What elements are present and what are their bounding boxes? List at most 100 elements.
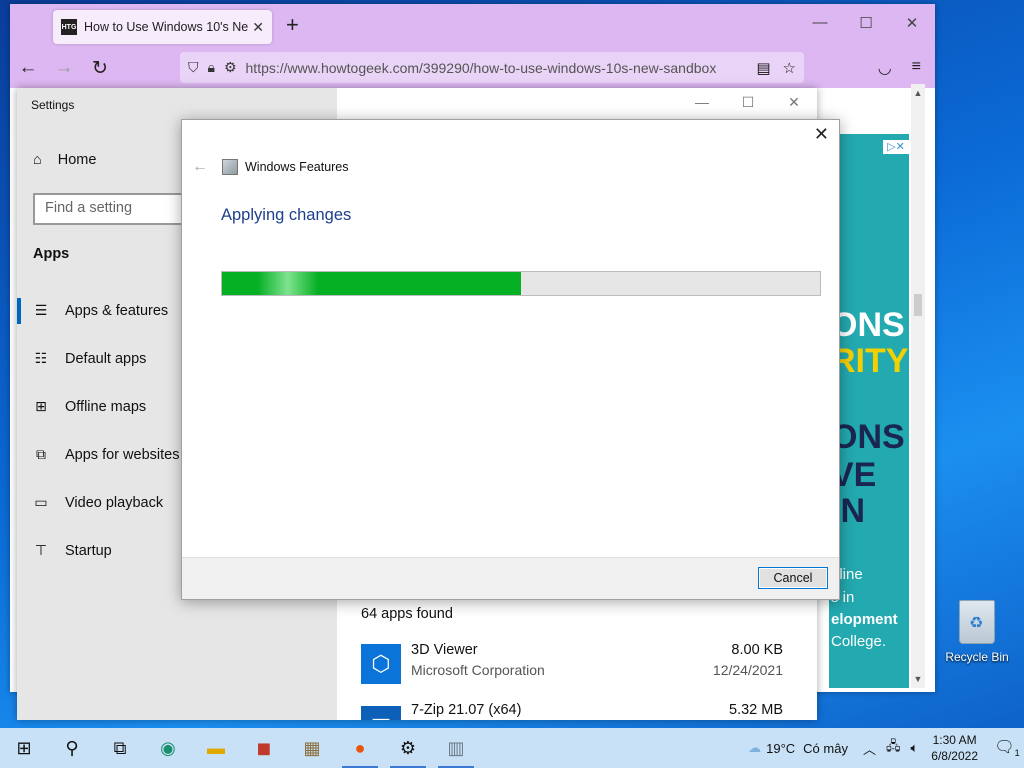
winrar-icon[interactable]: ▦	[288, 728, 336, 768]
progress-fill	[222, 272, 521, 295]
ad-text: elopment	[831, 611, 898, 628]
dialog-footer: Cancel	[182, 557, 839, 599]
minimize-button[interactable]: —	[679, 94, 725, 111]
ad-text: College.	[831, 633, 887, 650]
edge-icon[interactable]: ◉	[144, 728, 192, 768]
ad-text: ONS	[831, 306, 905, 344]
clock[interactable]: 1:30 AM 6/8/2022	[931, 732, 978, 764]
scroll-down-icon[interactable]: ▼	[911, 674, 925, 684]
app-name: 3D Viewer	[411, 642, 478, 658]
settings-title: Settings	[31, 98, 75, 112]
lock-icon[interactable]: 🔒︎	[208, 59, 215, 76]
sidebar-item-default-apps[interactable]: ☷ Default apps	[33, 350, 147, 367]
firefox-icon[interactable]: ●	[336, 728, 384, 768]
3d-viewer-icon: ⬡	[361, 644, 401, 684]
settings-home[interactable]: ⌂ Home	[33, 152, 96, 168]
cancel-button[interactable]: Cancel	[758, 567, 828, 589]
ad-text: ONS	[831, 418, 905, 456]
tab-title: How to Use Windows 10's New	[84, 20, 249, 34]
reader-view-icon[interactable]: ▤	[756, 59, 770, 77]
back-button[interactable]: ←	[10, 57, 46, 79]
sidebar-item-label: Offline maps	[65, 398, 147, 415]
app-size: 8.00 KB	[731, 642, 783, 658]
home-label: Home	[57, 152, 97, 168]
list-icon: ☰	[34, 302, 48, 318]
task-view-icon[interactable]: ⧉	[96, 728, 144, 768]
dialog-title: Windows Features	[245, 160, 349, 174]
7zip-icon: ▣	[361, 706, 401, 720]
section-heading: Apps	[33, 246, 70, 262]
active-indicator	[17, 298, 21, 324]
dialog-close-button[interactable]: ✕	[814, 124, 829, 145]
clock-time: 1:30 AM	[932, 733, 977, 747]
home-icon: ⌂	[33, 152, 42, 168]
website-icon: ⧉	[36, 446, 46, 462]
back-arrow-icon: ←	[192, 158, 208, 175]
settings-gear-icon[interactable]: ⚙	[384, 728, 432, 768]
page-scrollbar[interactable]: ▲ ▼	[911, 84, 925, 688]
menu-icon[interactable]: ≡	[912, 58, 921, 78]
browser-tab[interactable]: HTG How to Use Windows 10's New ✕	[53, 10, 272, 44]
cloud-icon[interactable]: ☁	[748, 740, 761, 756]
url-text[interactable]: https://www.howtogeek.com/399290/how-to-…	[246, 60, 726, 76]
weather-text[interactable]: Có mây	[803, 741, 848, 756]
maximize-button[interactable]: ☐	[725, 94, 771, 111]
browser-toolbar: ← → ↻ ⛉ 🔒︎ ⚙ https://www.howtogeek.com/3…	[10, 48, 935, 88]
scrollbar-thumb[interactable]	[914, 294, 922, 316]
chevron-up-icon[interactable]: ︿	[863, 739, 876, 758]
volume-icon[interactable]: 🔈︎	[910, 740, 918, 756]
default-apps-icon: ☷	[34, 350, 48, 366]
store-icon[interactable]: ◼	[240, 728, 288, 768]
sidebar-item-apps-features[interactable]: ☰ Apps & features	[33, 302, 168, 319]
sidebar-item-apps-for-websites[interactable]: ⧉ Apps for websites	[33, 446, 179, 463]
recycle-bin-shortcut[interactable]: Recycle Bin	[940, 600, 1014, 664]
video-icon: ▭	[34, 494, 48, 510]
pocket-icon[interactable]: ◡	[878, 58, 892, 78]
ad-choices-icon[interactable]: ▷✕	[883, 140, 909, 154]
reload-button[interactable]: ↻	[82, 57, 118, 80]
sidebar-item-label: Startup	[65, 542, 112, 559]
network-icon[interactable]: 🖧︎	[886, 737, 901, 759]
start-button[interactable]: ⊞	[0, 728, 48, 768]
scroll-up-icon[interactable]: ▲	[911, 88, 925, 98]
close-button[interactable]: ✕	[889, 14, 935, 32]
app-date: 12/24/2021	[712, 662, 783, 678]
sidebar-item-label: Video playback	[65, 494, 164, 511]
sidebar-item-offline-maps[interactable]: ⊞ Offline maps	[33, 398, 146, 415]
advertisement[interactable]: ONS RITY ONS VE IN nline s in elopment C…	[829, 134, 909, 688]
ad-text: RITY	[831, 342, 909, 380]
minimize-button[interactable]: —	[797, 14, 843, 32]
windows-features-taskbar-icon[interactable]: ▥	[432, 728, 480, 768]
new-tab-button[interactable]: +	[286, 12, 299, 38]
sidebar-item-label: Apps & features	[65, 302, 169, 319]
map-icon: ⊞	[35, 398, 47, 414]
windows-features-icon	[222, 159, 238, 175]
weather-temp[interactable]: 19°C	[766, 741, 795, 756]
notification-center-icon[interactable]: 🗨︎1	[990, 737, 1024, 758]
tracking-shield-icon[interactable]: ⛉	[188, 59, 199, 76]
maximize-button[interactable]: ☐	[843, 14, 889, 32]
browser-tab-bar: HTG How to Use Windows 10's New ✕ + — ☐ …	[10, 4, 935, 48]
app-size: 5.32 MB	[729, 702, 783, 718]
windows-features-dialog: ✕ ← Windows Features Applying changes Ca…	[181, 119, 840, 600]
forward-button[interactable]: →	[46, 57, 82, 79]
sidebar-item-video-playback[interactable]: ▭ Video playback	[33, 494, 163, 511]
close-button[interactable]: ✕	[771, 94, 817, 111]
url-bar[interactable]: ⛉ 🔒︎ ⚙ https://www.howtogeek.com/399290/…	[180, 52, 804, 83]
notification-count: 1	[1014, 748, 1020, 759]
tab-close-icon[interactable]: ✕	[252, 19, 264, 36]
recycle-bin-icon	[959, 600, 995, 644]
recycle-bin-label: Recycle Bin	[945, 650, 1009, 664]
app-name: 7-Zip 21.07 (x64)	[411, 702, 522, 718]
file-explorer-icon[interactable]: ▬	[192, 728, 240, 768]
search-icon[interactable]: ⚲	[48, 728, 96, 768]
sidebar-item-startup[interactable]: ⊤ Startup	[33, 542, 112, 559]
apps-found-count: 64 apps found	[361, 606, 453, 622]
progress-bar	[221, 271, 821, 296]
app-publisher: Microsoft Corporation	[411, 662, 545, 678]
list-item[interactable]: ⬡ 3D Viewer Microsoft Corporation 8.00 K…	[361, 642, 785, 690]
clock-date: 6/8/2022	[931, 749, 978, 763]
permissions-icon[interactable]: ⚙	[224, 59, 237, 76]
list-item[interactable]: ▣ 7-Zip 21.07 (x64) 5.32 MB	[361, 702, 785, 720]
bookmark-star-icon[interactable]: ☆	[783, 59, 796, 77]
